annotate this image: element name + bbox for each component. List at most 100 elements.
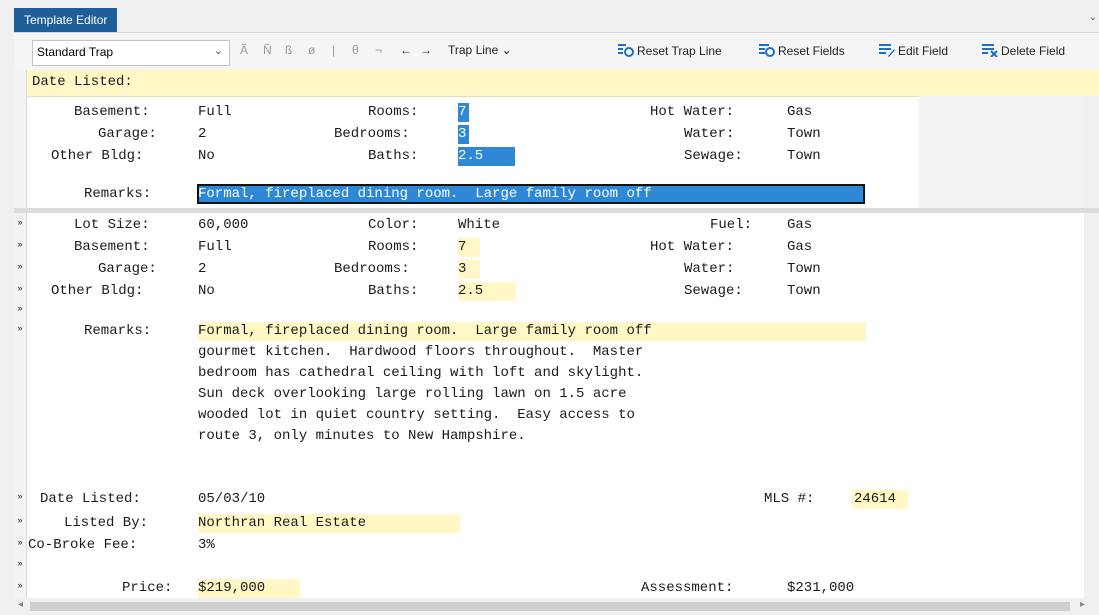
header-label: Date Listed: bbox=[32, 74, 133, 90]
hotwater-value: Gas bbox=[787, 239, 813, 255]
listedby-value: Northran Real Estate bbox=[198, 515, 367, 531]
delete-field-button[interactable]: Delete Field bbox=[982, 43, 1065, 58]
remarks-label: Remarks: bbox=[84, 323, 152, 339]
gutter-mark: » bbox=[17, 515, 23, 525]
garage-value: 2 bbox=[198, 261, 207, 277]
chevron-down-icon[interactable]: ⌄ bbox=[1089, 12, 1097, 23]
remarks-line: wooded lot in quiet country setting. Eas… bbox=[198, 407, 635, 423]
reset-fields-icon bbox=[759, 44, 775, 57]
cobroke-label: Co-Broke Fee: bbox=[28, 537, 138, 553]
trap-line-dropdown[interactable]: Trap Line ⌄ bbox=[448, 43, 512, 57]
reset-fields-label: Reset Fields bbox=[778, 44, 845, 58]
template-baths-value: 2.5 bbox=[458, 148, 484, 164]
assessment-label: Assessment: bbox=[641, 580, 734, 596]
template-basement-label: Basement: bbox=[74, 104, 150, 120]
template-otherbldg-label: Other Bldg: bbox=[51, 148, 144, 164]
template-select[interactable]: Standard Trap ⌄ bbox=[32, 40, 230, 66]
tab-bar: Template Editor ⌄ bbox=[0, 0, 1099, 32]
gutter-mark: » bbox=[17, 217, 23, 227]
reset-fields-button[interactable]: Reset Fields bbox=[759, 43, 845, 58]
chevron-down-icon: ⌄ bbox=[213, 45, 223, 57]
template-rooms-label: Rooms: bbox=[368, 104, 419, 120]
sewage-value: Town bbox=[787, 283, 821, 299]
gutter-mark: » bbox=[17, 537, 23, 547]
template-otherbldg-value: No bbox=[198, 148, 215, 164]
arrow-left-button[interactable]: ← bbox=[400, 43, 412, 57]
delete-field-label: Delete Field bbox=[1001, 44, 1066, 58]
otherbldg-value: No bbox=[198, 283, 215, 299]
remarks-line: Sun deck overlooking large rolling lawn … bbox=[198, 386, 627, 402]
gutter-mark: » bbox=[17, 323, 23, 333]
gutter-mark: » bbox=[17, 580, 23, 590]
price-label: Price: bbox=[122, 580, 173, 596]
scroll-left-icon[interactable]: ◂ bbox=[18, 599, 23, 610]
fuel-label: Fuel: bbox=[710, 217, 753, 233]
cobroke-value: 3% bbox=[198, 537, 215, 553]
listedby-label: Listed By: bbox=[64, 515, 149, 531]
water-label: Water: bbox=[684, 261, 735, 277]
tab-template-editor[interactable]: Template Editor bbox=[14, 8, 118, 32]
gutter-mark: » bbox=[17, 491, 23, 501]
assessment-value: $231,000 bbox=[787, 580, 855, 596]
lotsize-label: Lot Size: bbox=[74, 217, 150, 233]
template-gutter bbox=[14, 96, 27, 208]
remarks-line: Formal, fireplaced dining room. Large fa… bbox=[198, 323, 652, 339]
reset-trap-line-button[interactable]: Reset Trap Line bbox=[618, 43, 722, 58]
toolbar: Standard Trap ⌄ Ã Ñ ß ø | θ ¬ ← → Trap L… bbox=[14, 32, 1099, 71]
template-remarks-value: Formal, fireplaced dining room. Large fa… bbox=[198, 186, 652, 202]
chevron-down-icon: ⌄ bbox=[501, 43, 512, 57]
datelisted-label: Date Listed: bbox=[40, 491, 141, 507]
template-bedrooms-label: Bedrooms: bbox=[334, 126, 410, 142]
trap-line-header[interactable]: Date Listed: bbox=[14, 70, 1099, 97]
color-value: White bbox=[458, 217, 501, 233]
insert-char-not-button[interactable]: ¬ bbox=[375, 43, 382, 57]
bedrooms-value: 3 bbox=[458, 261, 467, 277]
arrow-right-button[interactable]: → bbox=[420, 43, 432, 57]
edit-field-icon bbox=[879, 44, 895, 57]
edit-field-button[interactable]: Edit Field bbox=[879, 43, 948, 58]
horizontal-scrollbar[interactable]: ◂ ▸ bbox=[14, 598, 1099, 615]
insert-char-oslash-button[interactable]: ø bbox=[308, 43, 315, 57]
insert-char-theta-button[interactable]: θ bbox=[352, 43, 359, 57]
datelisted-value: 05/03/10 bbox=[198, 491, 266, 507]
insert-char-n-button[interactable]: Ñ bbox=[263, 43, 272, 57]
template-hotwater-label: Hot Water: bbox=[650, 104, 735, 120]
template-water-label: Water: bbox=[684, 126, 735, 142]
lotsize-value: 60,000 bbox=[198, 217, 249, 233]
fuel-value: Gas bbox=[787, 217, 813, 233]
otherbldg-label: Other Bldg: bbox=[51, 283, 144, 299]
template-sewage-value: Town bbox=[787, 148, 821, 164]
template-sewage-label: Sewage: bbox=[684, 148, 743, 164]
remarks-line: gourmet kitchen. Hardwood floors through… bbox=[198, 344, 644, 360]
baths-value: 2.5 bbox=[458, 283, 484, 299]
template-hotwater-value: Gas bbox=[787, 104, 813, 120]
gutter-mark: » bbox=[17, 261, 23, 271]
template-scrollbar[interactable] bbox=[1084, 96, 1099, 208]
remarks-line: bedroom has cathedral ceiling with loft … bbox=[198, 365, 644, 381]
template-remarks-label: Remarks: bbox=[84, 186, 152, 202]
pane-splitter[interactable] bbox=[14, 208, 1099, 213]
template-bedrooms-value: 3 bbox=[458, 126, 467, 142]
horizontal-scroll-thumb[interactable] bbox=[30, 602, 1070, 611]
edit-field-label: Edit Field bbox=[898, 44, 949, 58]
price-value: $219,000 bbox=[198, 580, 266, 596]
garage-label: Garage: bbox=[98, 261, 157, 277]
insert-char-a-button[interactable]: Ã bbox=[240, 43, 248, 57]
mls-label: MLS #: bbox=[764, 491, 815, 507]
report-scrollbar[interactable] bbox=[1084, 213, 1099, 598]
color-label: Color: bbox=[368, 217, 419, 233]
template-garage-label: Garage: bbox=[98, 126, 157, 142]
remarks-line: route 3, only minutes to New Hampshire. bbox=[198, 428, 526, 444]
scroll-right-icon[interactable]: ▸ bbox=[1080, 599, 1085, 610]
editor: Date Listed: Basement: Full Rooms: 7 Hot… bbox=[14, 70, 1099, 615]
delete-field-icon bbox=[982, 44, 998, 57]
gutter-mark: » bbox=[17, 283, 23, 293]
template-select-value: Standard Trap bbox=[37, 45, 114, 59]
reset-trap-line-label: Reset Trap Line bbox=[637, 44, 722, 58]
basement-value: Full bbox=[198, 239, 232, 255]
water-value: Town bbox=[787, 261, 821, 277]
gutter bbox=[14, 70, 27, 96]
baths-label: Baths: bbox=[368, 283, 419, 299]
insert-char-eszett-button[interactable]: ß bbox=[285, 43, 292, 57]
hotwater-label: Hot Water: bbox=[650, 239, 735, 255]
